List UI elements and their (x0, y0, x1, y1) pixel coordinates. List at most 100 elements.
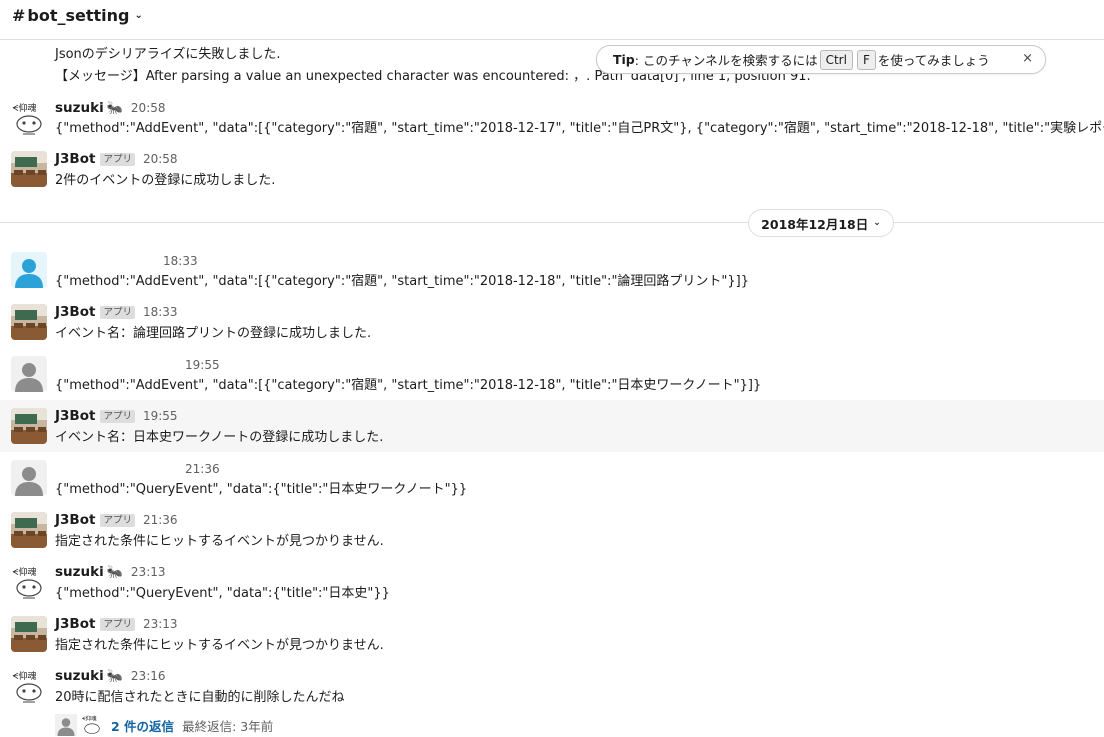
user-avatar-icon (11, 460, 47, 496)
app-badge: アプリ (100, 513, 135, 527)
chevron-down-icon: ⌄ (134, 10, 143, 21)
sender-name[interactable]: suzuki (55, 100, 104, 116)
classroom-avatar-icon (11, 616, 47, 652)
message-row[interactable]: ᗕ仰魂 suzuki 🐜 20:58 {"method":"AddEvent",… (0, 98, 1104, 148)
sender-name[interactable]: J3Bot (55, 151, 95, 167)
channel-name: bot_setting (27, 6, 130, 25)
sender-name[interactable]: J3Bot (55, 408, 95, 424)
timestamp[interactable]: 20:58 (131, 101, 166, 115)
avatar-suzuki[interactable]: ᗕ仰魂 (11, 564, 47, 600)
classroom-avatar-icon (11, 304, 47, 340)
tip-text-pre: : このチャンネルを検索するには (634, 53, 818, 68)
timestamp[interactable]: 19:55 (185, 358, 220, 372)
message-text: {"method":"QueryEvent", "data":{"title":… (55, 586, 390, 601)
message-row[interactable]: J3Bot アプリ 21:36 指定された条件にヒットするイベントが見つかりませ… (0, 510, 1104, 562)
message-meta: suzuki 🐜 20:58 (55, 100, 166, 116)
channel-hash: # (12, 6, 26, 25)
sender-name[interactable]: J3Bot (55, 512, 95, 528)
suzuki-avatar-icon: ᗕ仰魂 (11, 668, 47, 704)
timestamp[interactable]: 19:55 (143, 409, 178, 423)
chevron-down-icon: ⌄ (873, 218, 881, 228)
ant-icon: 🐜 (106, 100, 123, 116)
svg-text:ᗕ仰魂: ᗕ仰魂 (12, 102, 37, 114)
date-divider-button[interactable]: 2018年12月18日 ⌄ (748, 209, 894, 237)
suzuki-avatar-icon: ᗕ仰魂 (11, 100, 47, 136)
timestamp[interactable]: 23:16 (131, 669, 166, 683)
message-text: 指定された条件にヒットするイベントが見つかりません. (55, 534, 384, 549)
avatar-j3bot[interactable] (11, 151, 47, 187)
message-text: 20時に配信されたときに自動的に削除したんだね (55, 690, 345, 705)
avatar-j3bot[interactable] (11, 616, 47, 652)
timestamp[interactable]: 18:33 (143, 305, 178, 319)
date-label: 2018年12月18日 (761, 216, 869, 232)
user-avatar-icon (55, 714, 77, 736)
message-text: 指定された条件にヒットするイベントが見つかりません. (55, 638, 384, 653)
app-badge: アプリ (100, 409, 135, 423)
channel-title-button[interactable]: # bot_setting ⌄ (12, 6, 143, 25)
message-row[interactable]: J3Bot アプリ 23:13 指定された条件にヒットするイベントが見つかりませ… (0, 614, 1104, 666)
message-meta: suzuki 🐜 23:16 (55, 668, 166, 684)
app-badge: アプリ (100, 152, 135, 166)
avatar-j3bot[interactable] (11, 512, 47, 548)
app-badge: アプリ (100, 617, 135, 631)
message-row[interactable]: J3Bot アプリ 19:55 イベント名：日本史ワークノートの登録に成功しまし… (0, 400, 1104, 452)
timestamp[interactable]: 23:13 (131, 565, 166, 579)
sender-name[interactable]: J3Bot (55, 304, 95, 320)
message-text: {"method":"QueryEvent", "data":{"title":… (55, 482, 468, 497)
message-row[interactable]: 18:33 {"method":"AddEvent", "data":[{"ca… (0, 250, 1104, 302)
classroom-avatar-icon (11, 512, 47, 548)
close-icon[interactable]: × (1022, 51, 1033, 66)
avatar-user[interactable] (11, 252, 47, 288)
message-row[interactable]: ᗕ仰魂 suzuki 🐜 23:13 {"method":"QueryEvent… (0, 562, 1104, 614)
message-meta: J3Bot アプリ 23:13 (55, 616, 178, 632)
classroom-avatar-icon (11, 408, 47, 444)
message-row[interactable]: J3Bot アプリ 20:58 2件のイベントの登録に成功しました. (0, 148, 1104, 200)
message-row[interactable]: 21:36 {"method":"QueryEvent", "data":{"t… (0, 458, 1104, 510)
suzuki-avatar-icon: ᗕ仰魂 (11, 564, 47, 600)
message-meta: J3Bot アプリ 19:55 (55, 408, 178, 424)
timestamp[interactable]: 18:33 (163, 254, 198, 268)
timestamp[interactable]: 21:36 (185, 462, 220, 476)
sender-name[interactable]: J3Bot (55, 616, 95, 632)
ant-icon: 🐜 (106, 564, 123, 580)
message-text: イベント名：論理回路プリントの登録に成功しました. (55, 326, 372, 341)
date-divider-line (0, 222, 1104, 223)
message-meta: J3Bot アプリ 21:36 (55, 512, 178, 528)
user-avatar-icon (11, 252, 47, 288)
message-text: {"method":"AddEvent", "data":[{"category… (55, 378, 762, 393)
message-row[interactable]: J3Bot アプリ 18:33 イベント名：論理回路プリントの登録に成功しました… (0, 302, 1104, 354)
app-badge: アプリ (100, 305, 135, 319)
avatar-suzuki[interactable]: ᗕ仰魂 (11, 100, 47, 136)
search-tip-banner: Tip : このチャンネルを検索するには Ctrl F を使ってみましょう × (596, 45, 1046, 74)
avatar-j3bot[interactable] (11, 408, 47, 444)
avatar-user[interactable] (11, 460, 47, 496)
timestamp[interactable]: 21:36 (143, 513, 178, 527)
message-text: {"method":"AddEvent", "data":[{"category… (55, 274, 750, 289)
message-meta: J3Bot アプリ 20:58 (55, 151, 178, 167)
message-meta: J3Bot アプリ 18:33 (55, 304, 178, 320)
avatar-user[interactable] (11, 356, 47, 392)
tip-text-post: を使ってみましょう (877, 53, 990, 68)
message-text: イベント名：日本史ワークノートの登録に成功しました. (55, 430, 384, 445)
sender-name[interactable]: suzuki (55, 668, 104, 684)
kbd-f: F (856, 49, 876, 70)
thread-replies-bar[interactable]: ᗕ仰魂 2 件の返信 最終返信: 3年前 (55, 714, 273, 736)
user-avatar-icon (11, 356, 47, 392)
message-text: Jsonのデシリアライズに失敗しました. (55, 47, 281, 62)
avatar-suzuki[interactable]: ᗕ仰魂 (11, 668, 47, 704)
sender-name[interactable]: suzuki (55, 564, 104, 580)
timestamp[interactable]: 20:58 (143, 152, 178, 166)
message-meta: 19:55 (185, 358, 220, 372)
thread-replies-link[interactable]: 2 件の返信 (111, 716, 174, 735)
timestamp[interactable]: 23:13 (143, 617, 178, 631)
message-meta: suzuki 🐜 23:13 (55, 564, 166, 580)
channel-header: # bot_setting ⌄ (0, 0, 1104, 40)
message-row[interactable]: 19:55 {"method":"AddEvent", "data":[{"ca… (0, 354, 1104, 406)
kbd-ctrl: Ctrl (819, 49, 853, 70)
svg-text:ᗕ仰魂: ᗕ仰魂 (12, 670, 37, 682)
message-text: {"method":"AddEvent", "data":[{"category… (55, 121, 1104, 136)
message-text: 2件のイベントの登録に成功しました. (55, 173, 276, 188)
tip-label: Tip (613, 52, 635, 67)
avatar-j3bot[interactable] (11, 304, 47, 340)
suzuki-avatar-icon: ᗕ仰魂 (81, 714, 103, 736)
